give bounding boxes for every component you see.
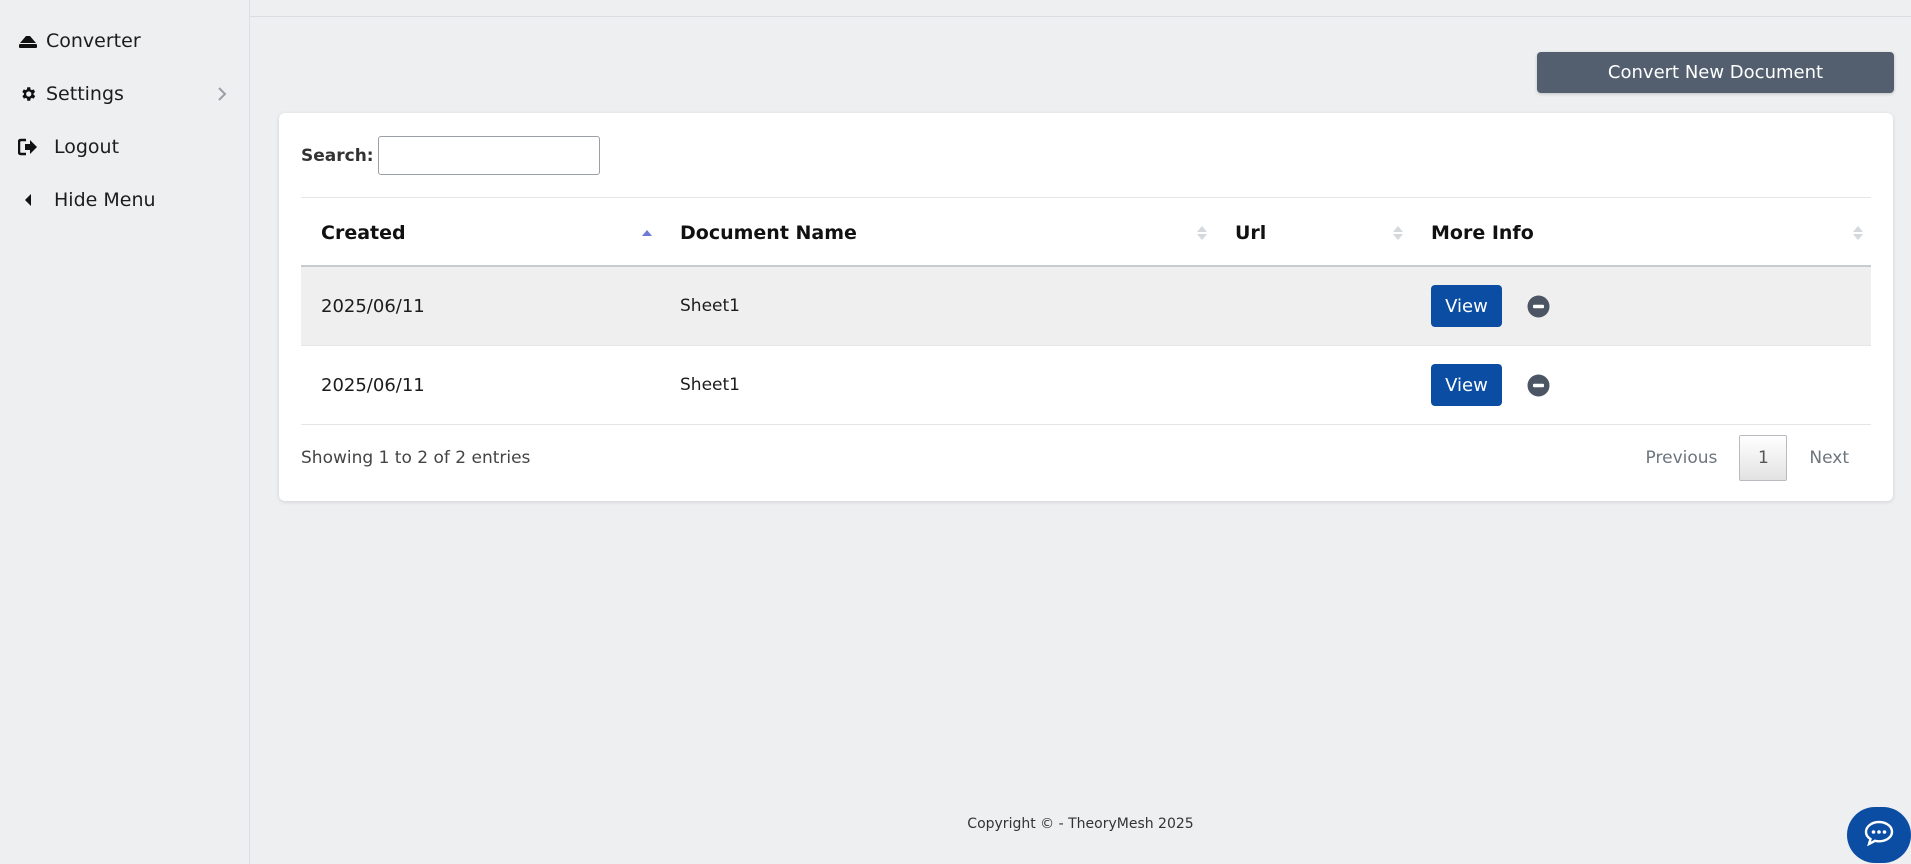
caret-left-icon	[18, 190, 38, 210]
header-divider	[250, 16, 1911, 17]
previous-page-link[interactable]: Previous	[1624, 448, 1740, 468]
page-1-button[interactable]: 1	[1739, 435, 1788, 481]
sidebar-item-settings[interactable]: Settings	[0, 67, 249, 120]
sidebar-item-label: Converter	[46, 29, 141, 52]
table-header: Created Document Name Url More Info	[301, 197, 1871, 267]
sort-both-icon	[1393, 224, 1403, 242]
gear-icon	[18, 84, 38, 104]
sidebar-item-label: Logout	[54, 135, 120, 158]
search-label: Search:	[301, 145, 374, 166]
convert-new-document-button[interactable]: Convert New Document	[1537, 52, 1894, 93]
sidebar-item-label: Settings	[46, 82, 124, 105]
chat-button[interactable]	[1847, 807, 1911, 863]
sidebar: Converter Settings Logout Hide Menu	[0, 0, 250, 864]
search-row: Search:	[301, 136, 600, 175]
table-row: 2025/06/11 Sheet1 View	[301, 267, 1871, 346]
column-header-more-info[interactable]: More Info	[1411, 198, 1871, 268]
cell-created: 2025/06/11	[321, 295, 425, 317]
column-header-created[interactable]: Created	[301, 198, 660, 268]
search-input[interactable]	[377, 136, 600, 175]
documents-card: Search: Created Document Name Url More I…	[279, 113, 1893, 501]
sidebar-item-label: Hide Menu	[54, 188, 156, 211]
minus-circle-icon[interactable]	[1527, 374, 1550, 397]
logout-icon	[18, 137, 38, 157]
entries-info: Showing 1 to 2 of 2 entries	[301, 448, 531, 468]
column-header-label: Url	[1235, 222, 1267, 244]
sort-ascending-icon	[642, 224, 652, 242]
column-header-label: More Info	[1431, 222, 1534, 244]
pagination: Previous 1 Next	[1624, 435, 1871, 481]
eraser-icon	[18, 31, 38, 51]
sort-both-icon	[1197, 224, 1207, 242]
chevron-right-icon	[215, 86, 229, 101]
table-row: 2025/06/11 Sheet1 View	[301, 346, 1871, 425]
copyright-text: Copyright © - TheoryMesh 2025	[967, 816, 1194, 832]
minus-circle-icon[interactable]	[1527, 295, 1550, 318]
next-page-link[interactable]: Next	[1787, 448, 1871, 468]
documents-table: Created Document Name Url More Info 2025…	[301, 197, 1871, 425]
sort-both-icon	[1853, 224, 1863, 242]
sidebar-item-logout[interactable]: Logout	[0, 120, 249, 173]
cell-document-name: Sheet1	[680, 375, 740, 395]
table-footer: Showing 1 to 2 of 2 entries Previous 1 N…	[301, 433, 1871, 483]
cell-created: 2025/06/11	[321, 374, 425, 396]
cell-document-name: Sheet1	[680, 296, 740, 316]
cell-more-info: View	[1411, 364, 1871, 406]
column-header-label: Document Name	[680, 222, 857, 244]
chat-icon	[1864, 820, 1894, 850]
view-button[interactable]: View	[1431, 364, 1502, 406]
column-header-document-name[interactable]: Document Name	[660, 198, 1215, 268]
sidebar-item-hide-menu[interactable]: Hide Menu	[0, 173, 249, 226]
column-header-label: Created	[321, 222, 406, 244]
sidebar-item-converter[interactable]: Converter	[0, 14, 249, 67]
column-header-url[interactable]: Url	[1215, 198, 1411, 268]
cell-more-info: View	[1411, 285, 1871, 327]
view-button[interactable]: View	[1431, 285, 1502, 327]
